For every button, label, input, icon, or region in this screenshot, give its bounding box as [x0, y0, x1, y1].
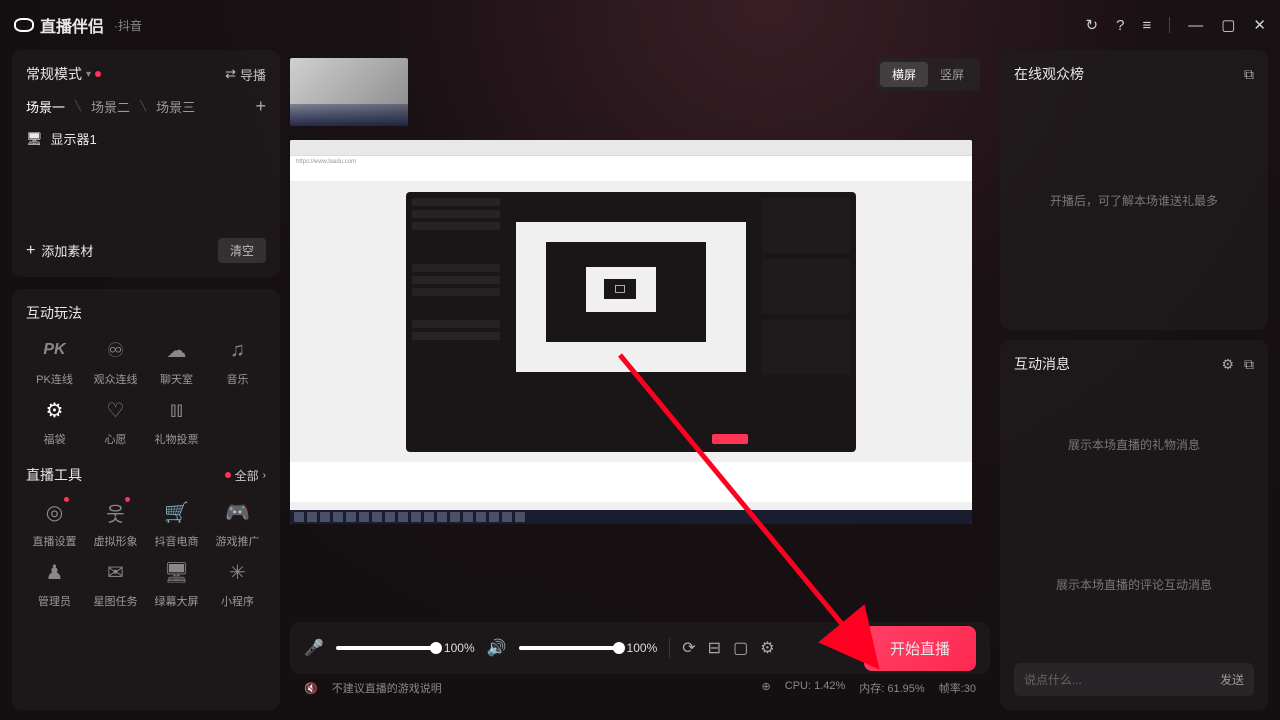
tools-panel: 互动玩法 PKPK连线 ♾观众连线 ☁聊天室 ♫音乐 ⚙福袋 ♡心愿 ⫾⫾礼物投…	[12, 289, 280, 710]
orientation-toggle: 横屏 竖屏	[876, 58, 980, 91]
chat-input[interactable]	[1024, 673, 1220, 687]
send-button[interactable]: 发送	[1220, 671, 1244, 688]
wish-button[interactable]: ♡心愿	[87, 395, 144, 447]
mic-percent: 100%	[444, 641, 475, 655]
green-screen-button[interactable]: 🖥绿幕大屏	[148, 557, 205, 609]
stream-settings-button[interactable]: ◎直播设置	[26, 497, 83, 549]
zoom-icon[interactable]: ⊕	[762, 680, 771, 696]
portrait-button[interactable]: 竖屏	[928, 62, 976, 87]
speaker-icon[interactable]: 🔊	[487, 638, 507, 658]
refresh-icon[interactable]: ⟳	[682, 638, 695, 658]
admin-button[interactable]: ♟管理员	[26, 557, 83, 609]
speaker-percent: 100%	[627, 641, 658, 655]
chat-input-box: 发送	[1014, 663, 1254, 696]
monitor-icon: 🖥	[26, 131, 43, 147]
tools-title: 直播工具	[26, 465, 82, 485]
app-title: 直播伴侣	[40, 13, 104, 37]
maximize-button[interactable]: ▢	[1221, 16, 1235, 34]
all-tools-link[interactable]: 全部›	[225, 467, 266, 484]
start-stream-button[interactable]: 开始直播	[864, 626, 976, 671]
scene-tab-2[interactable]: 场景二	[91, 97, 130, 116]
titlebar: 直播伴侣 ·抖音 ↻ ? ≡ — ▢ ✕	[0, 0, 1280, 50]
minimize-button[interactable]: —	[1188, 17, 1203, 34]
logo-icon	[14, 18, 34, 32]
status-warning[interactable]: 不建议直播的游戏说明	[332, 680, 442, 696]
add-source-button[interactable]: + 添加素材	[26, 241, 93, 260]
scene-panel: 常规模式 ▾ ⇄ 导播 场景一 ╲ 场景二 ╲ 场景三 + 🖥 显示器1	[12, 50, 280, 277]
music-button[interactable]: ♫音乐	[209, 335, 266, 387]
close-button[interactable]: ✕	[1253, 16, 1266, 34]
messages-panel: 互动消息 ⚙ ⧉ 展示本场直播的礼物消息 展示本场直播的评论互动消息 发送	[1000, 340, 1268, 710]
lucky-bag-button[interactable]: ⚙福袋	[26, 395, 83, 447]
viewers-empty: 开播后，可了解本场谁送礼最多	[1014, 84, 1254, 316]
app-subtitle: ·抖音	[114, 17, 142, 34]
chatroom-button[interactable]: ☁聊天室	[148, 335, 205, 387]
control-bar: 🎤 100% 🔊 100% ⟳ ⊟ ▢ ⚙ 开始直播	[290, 622, 990, 674]
camera-thumbnail[interactable]	[290, 58, 408, 126]
messages-title: 互动消息	[1014, 354, 1070, 374]
star-task-button[interactable]: ✉星图任务	[87, 557, 144, 609]
scene-tab-1[interactable]: 场景一	[26, 97, 65, 116]
viewers-panel: 在线观众榜 ⧉ 开播后，可了解本场谁送礼最多	[1000, 50, 1268, 330]
msg-settings-icon[interactable]: ⚙	[1221, 356, 1234, 373]
mode-dot-icon	[95, 71, 101, 77]
game-promo-button[interactable]: 🎮游戏推广	[209, 497, 266, 549]
mic-icon[interactable]: 🎤	[304, 638, 324, 658]
interactive-title: 互动玩法	[26, 303, 266, 323]
ecommerce-button[interactable]: 🛒抖音电商	[148, 497, 205, 549]
camera-icon[interactable]: ▢	[733, 638, 748, 658]
mode-selector[interactable]: 常规模式 ▾	[26, 64, 101, 84]
msg-popout-icon[interactable]: ⧉	[1244, 356, 1254, 373]
settings-icon[interactable]: ⚙	[760, 638, 774, 658]
sync-icon[interactable]: ↻	[1086, 16, 1099, 34]
mic-slider[interactable]	[336, 646, 436, 650]
help-icon[interactable]: ?	[1116, 17, 1124, 34]
add-scene-button[interactable]: +	[255, 96, 266, 117]
swap-icon: ⇄	[225, 66, 236, 82]
gift-vote-button[interactable]: ⫾⫾礼物投票	[148, 395, 205, 447]
fps-stat: 帧率:30	[939, 680, 976, 696]
screen-preview[interactable]: https://www.baidu.com	[290, 140, 972, 524]
source-item[interactable]: 🖥 显示器1	[26, 129, 266, 148]
cpu-stat: CPU: 1.42%	[785, 680, 846, 696]
record-icon[interactable]: ⊟	[708, 638, 721, 658]
app-logo: 直播伴侣 ·抖音	[14, 13, 142, 37]
landscape-button[interactable]: 横屏	[880, 62, 928, 87]
speaker-slider[interactable]	[519, 646, 619, 650]
virtual-avatar-button[interactable]: 웃虚拟形象	[87, 497, 144, 549]
director-button[interactable]: ⇄ 导播	[225, 65, 266, 84]
audience-link-button[interactable]: ♾观众连线	[87, 335, 144, 387]
pk-link-button[interactable]: PKPK连线	[26, 335, 83, 387]
mem-stat: 内存: 61.95%	[859, 680, 924, 696]
scene-tab-3[interactable]: 场景三	[156, 97, 195, 116]
viewers-title: 在线观众榜	[1014, 64, 1084, 84]
clear-button[interactable]: 清空	[218, 238, 266, 263]
status-bar: 🔇 不建议直播的游戏说明 ⊕ CPU: 1.42% 内存: 61.95% 帧率:…	[290, 674, 990, 702]
comment-messages-empty: 展示本场直播的评论互动消息	[1014, 515, 1254, 656]
menu-icon[interactable]: ≡	[1142, 17, 1151, 34]
gift-messages-empty: 展示本场直播的礼物消息	[1014, 374, 1254, 515]
mute-icon: 🔇	[304, 682, 318, 695]
miniapp-button[interactable]: ✳小程序	[209, 557, 266, 609]
preview-area: 横屏 竖屏 https://www.baidu.com	[290, 50, 990, 610]
popout-icon[interactable]: ⧉	[1244, 66, 1254, 83]
